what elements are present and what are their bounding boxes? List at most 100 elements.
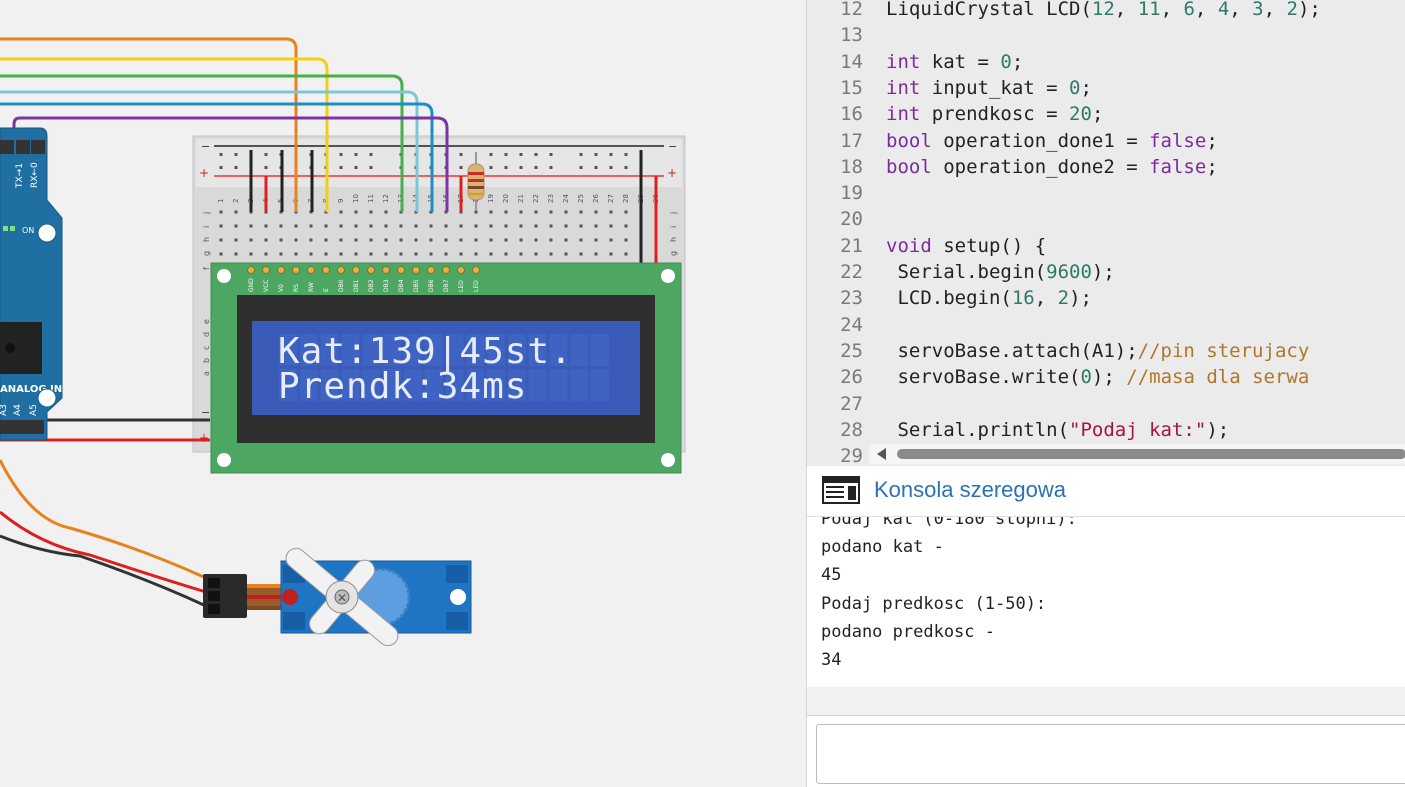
console-divider xyxy=(807,687,1405,716)
rail-minus-label: − xyxy=(201,140,210,153)
row-letter: i xyxy=(669,226,678,228)
column-number: 22 xyxy=(532,194,540,203)
row-letter: j xyxy=(669,212,678,215)
lcd-pin-label: LED xyxy=(458,280,465,292)
pin-a3-label: A3 xyxy=(0,404,9,416)
row-letter: b xyxy=(202,358,211,363)
line-number: 22 xyxy=(840,261,863,283)
svg-text:✕: ✕ xyxy=(337,591,347,605)
code-line[interactable]: 17 bool operation_done1 = false; xyxy=(807,128,1218,154)
row-letter: g xyxy=(202,251,211,256)
column-number: 19 xyxy=(487,194,495,203)
lcd-pin-label: LED xyxy=(473,280,480,292)
code-text: Serial.println("Podaj kat:"); xyxy=(886,418,1230,441)
code-line[interactable]: 27 xyxy=(807,391,886,417)
lcd-pin-label: DB7 xyxy=(443,279,450,292)
console-line: Podaj predkosc (1-50): xyxy=(821,594,1047,614)
lcd-pin-label: RW xyxy=(308,282,315,292)
code-line[interactable]: 15 int input_kat = 0; xyxy=(807,75,1092,101)
console-line: 45 xyxy=(821,565,842,585)
code-line[interactable]: 13 xyxy=(807,22,886,48)
code-line[interactable]: 22 Serial.begin(9600); xyxy=(807,259,1115,285)
rx-pin-label: RX←0 xyxy=(30,162,40,188)
code-line[interactable]: 25 servoBase.attach(A1);//pin sterujacy xyxy=(807,338,1309,364)
console-line: podano kat - xyxy=(821,537,944,557)
line-number: 18 xyxy=(840,155,863,178)
code-line[interactable]: 23 LCD.begin(16, 2); xyxy=(807,285,1092,311)
code-line[interactable]: 24 xyxy=(807,312,886,338)
arduino-board[interactable]: TX→1 RX←0 ON ANALOG IN A3 A4 A5 xyxy=(0,127,63,441)
console-line: Podaj kat (0-180 stopni): xyxy=(821,517,1077,529)
scrollbar-thumb[interactable] xyxy=(897,449,1405,459)
row-letter: d xyxy=(202,332,211,337)
rail-plus-label: + xyxy=(667,166,677,180)
console-line: podano predkosc - xyxy=(821,622,995,642)
horizontal-scrollbar[interactable] xyxy=(869,444,1405,464)
code-text: LCD.begin(16, 2); xyxy=(886,287,1092,310)
line-number: 25 xyxy=(840,339,863,362)
lcd-pin-label: DB5 xyxy=(413,279,420,292)
line-number: 24 xyxy=(840,313,863,336)
code-line[interactable]: 14 int kat = 0; xyxy=(807,49,1023,75)
lcd-line-2: Prendk:34ms xyxy=(278,366,527,407)
code-text: int kat = 0; xyxy=(886,50,1024,73)
column-number: 25 xyxy=(577,194,585,203)
code-line[interactable]: 19 xyxy=(807,180,886,206)
row-letter: g xyxy=(669,251,678,256)
line-number: 19 xyxy=(840,182,863,205)
line-number: 12 xyxy=(840,0,863,20)
code-line[interactable]: 28 Serial.println("Podaj kat:"); xyxy=(807,417,1229,443)
line-number: 26 xyxy=(840,366,863,389)
line-number: 14 xyxy=(840,50,863,73)
column-number: 11 xyxy=(367,194,375,203)
servo-motor[interactable]: ✕ xyxy=(203,518,472,677)
lcd-pin-label: GND xyxy=(248,278,255,292)
code-line[interactable]: 16 int prendkosc = 20; xyxy=(807,101,1103,127)
serial-monitor-output[interactable]: Podaj kat (0-180 stopni): podano kat - 4… xyxy=(807,517,1405,687)
lcd-pin-label: DB0 xyxy=(338,279,345,292)
lcd-pin-label: DB4 xyxy=(398,279,405,292)
code-line[interactable]: 18 bool operation_done2 = false; xyxy=(807,154,1218,180)
code-line[interactable]: 26 servoBase.write(0); //masa dla serwa xyxy=(807,364,1309,390)
lcd-pin-label: DB2 xyxy=(368,279,375,292)
column-number: 27 xyxy=(607,194,615,203)
code-text: LiquidCrystal LCD(12, 11, 6, 4, 3, 2); xyxy=(886,0,1321,20)
lcd-module[interactable]: GND VCC V0 RS RW E DB0 DB1 DB2 DB3 DB4 DB5 DB6 DB7 LED… xyxy=(210,262,682,474)
line-number: 16 xyxy=(840,103,863,126)
code-line[interactable]: 21 void setup() { xyxy=(807,233,1046,259)
serial-monitor-title: Konsola szeregowa xyxy=(874,477,1067,502)
column-number: 24 xyxy=(562,194,570,203)
line-number: 15 xyxy=(840,76,863,99)
serial-input-field[interactable] xyxy=(816,724,1405,784)
column-number: 21 xyxy=(517,194,525,203)
column-number: 23 xyxy=(547,194,555,203)
row-letter: i xyxy=(202,226,211,228)
line-number: 23 xyxy=(840,287,863,310)
column-number: 2 xyxy=(232,199,240,203)
column-number: 10 xyxy=(352,194,360,203)
column-number: 12 xyxy=(382,194,390,203)
lcd-pin-label: VCC xyxy=(263,280,270,292)
row-letter: a xyxy=(202,371,211,376)
lcd-pin-label: V0 xyxy=(278,284,285,292)
line-number: 21 xyxy=(840,234,863,257)
row-letter: h xyxy=(669,237,678,242)
line-number: 17 xyxy=(840,129,863,152)
circuit-canvas[interactable]: − + − + 12345678910111213141516171819202… xyxy=(0,0,806,787)
code-text: void setup() { xyxy=(886,234,1047,257)
row-letter: h xyxy=(202,237,211,242)
code-text: int prendkosc = 20; xyxy=(886,103,1104,126)
code-line[interactable]: 12 LiquidCrystal LCD(12, 11, 6, 4, 3, 2); xyxy=(807,0,1321,22)
code-text: Serial.begin(9600); xyxy=(886,261,1115,283)
servo-wires[interactable] xyxy=(0,459,207,608)
serial-monitor-header: Konsola szeregowa xyxy=(807,466,1405,517)
row-letter: f xyxy=(202,267,211,270)
on-label: ON xyxy=(22,226,34,235)
code-editor[interactable]: 12 LiquidCrystal LCD(12, 11, 6, 4, 3, 2);… xyxy=(807,0,1405,466)
console-line: 34 xyxy=(821,650,842,670)
code-text: bool operation_done2 = false; xyxy=(886,155,1218,178)
scroll-left-icon[interactable] xyxy=(877,448,886,460)
line-number: 27 xyxy=(840,392,863,415)
code-line[interactable]: 20 xyxy=(807,206,886,232)
rail-plus-label: + xyxy=(199,431,209,445)
